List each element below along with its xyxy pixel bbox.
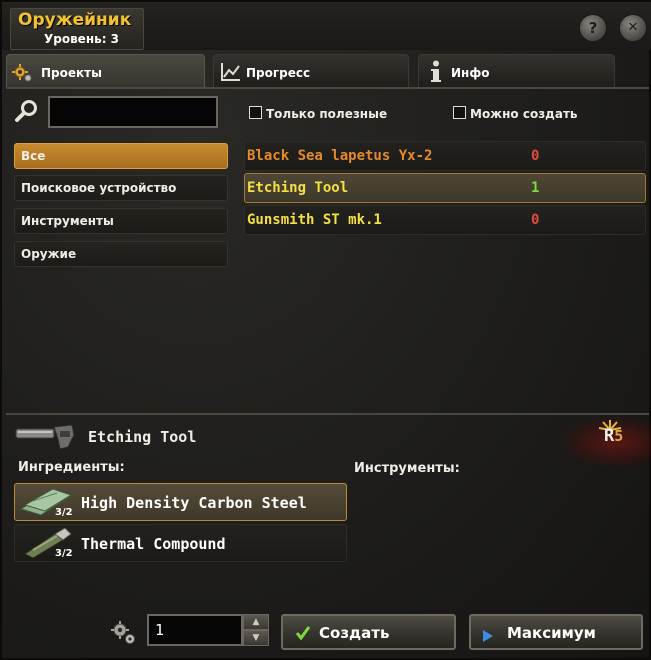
can-craft-checkbox[interactable]: [453, 106, 466, 119]
etching-tool-icon: [14, 421, 76, 457]
recipe-count: 0: [531, 148, 540, 164]
recipe-row[interactable]: Gunsmith ST mk.1 0: [244, 205, 646, 235]
tools-label: Инструменты:: [354, 461, 460, 476]
max-button-label: Максимум: [507, 624, 596, 642]
tab-progress-label: Прогресс: [246, 66, 311, 80]
category-weapons[interactable]: Оружие: [14, 241, 228, 267]
ingredient-name: High Density Carbon Steel: [81, 494, 307, 512]
rank-badge: R5: [604, 426, 623, 446]
detail-title: Etching Tool: [88, 428, 197, 446]
recipe-name: Gunsmith ST mk.1: [247, 212, 382, 228]
checkmark-icon: [295, 625, 311, 645]
chart-icon: [220, 61, 242, 87]
title-bar: Оружейник Уровень: 3 ? ✕: [2, 2, 651, 50]
max-button[interactable]: Максимум: [469, 614, 643, 650]
recipe-count: 0: [531, 212, 540, 228]
ingredient-row[interactable]: 3/2 Thermal Compound: [14, 524, 347, 562]
close-button[interactable]: ✕: [619, 14, 647, 42]
category-search-device[interactable]: Поисковое устройство: [14, 175, 228, 201]
rank-letter: R: [604, 426, 615, 446]
category-label: Поисковое устройство: [21, 181, 177, 195]
ingredient-qty: 3/2: [55, 548, 73, 559]
filter-can-craft[interactable]: Можно создать: [453, 106, 578, 122]
tab-underline: [6, 87, 649, 89]
search-input[interactable]: [48, 96, 218, 128]
ingredient-qty: 3/2: [55, 507, 73, 518]
useful-only-checkbox[interactable]: [249, 106, 262, 119]
recipe-row-selected[interactable]: Etching Tool 1: [244, 173, 646, 203]
category-label: Оружие: [21, 247, 77, 261]
useful-only-label: Только полезные: [266, 107, 388, 121]
recipe-row[interactable]: Black Sea lapetus Yx-2 0: [244, 141, 646, 171]
quantity-increment-button[interactable]: ▲: [243, 614, 269, 630]
quantity-input[interactable]: [147, 614, 243, 646]
recipe-name: Black Sea lapetus Yx-2: [247, 148, 433, 164]
create-button[interactable]: Создать: [281, 614, 456, 650]
info-icon: [429, 60, 443, 88]
recipe-count: 1: [531, 180, 540, 196]
recipe-name: Etching Tool: [247, 180, 349, 196]
tab-projects[interactable]: Проекты: [6, 54, 205, 88]
can-craft-label: Можно создать: [470, 107, 578, 121]
tab-info-label: Инфо: [451, 66, 490, 80]
gear-icon: [11, 61, 33, 87]
tab-info[interactable]: Инфо: [418, 54, 615, 88]
level-label: Уровень: 3: [44, 32, 120, 46]
ingredients-label: Ингредиенты:: [18, 460, 125, 475]
gears-icon: [110, 620, 138, 650]
tab-progress[interactable]: Прогресс: [213, 54, 409, 88]
rank-value: 5: [614, 427, 624, 445]
category-label: Инструменты: [21, 214, 114, 228]
ingredient-row[interactable]: 3/2 High Density Carbon Steel: [14, 483, 347, 521]
category-all[interactable]: Все: [14, 143, 228, 169]
category-tools[interactable]: Инструменты: [14, 208, 228, 234]
category-label: Все: [21, 149, 46, 163]
create-button-label: Создать: [319, 624, 390, 642]
ingredient-name: Thermal Compound: [81, 535, 226, 553]
quantity-decrement-button[interactable]: ▼: [243, 630, 269, 646]
window-title: Оружейник: [18, 10, 132, 30]
section-divider: [6, 413, 649, 415]
help-button[interactable]: ?: [579, 14, 607, 42]
tab-projects-label: Проекты: [41, 66, 102, 80]
search-icon: [14, 98, 40, 128]
crafting-window: Оружейник Уровень: 3 ? ✕ Проекты Прогрес…: [0, 0, 651, 660]
play-arrow-icon: [483, 627, 493, 646]
filter-useful-only[interactable]: Только полезные: [249, 106, 387, 122]
